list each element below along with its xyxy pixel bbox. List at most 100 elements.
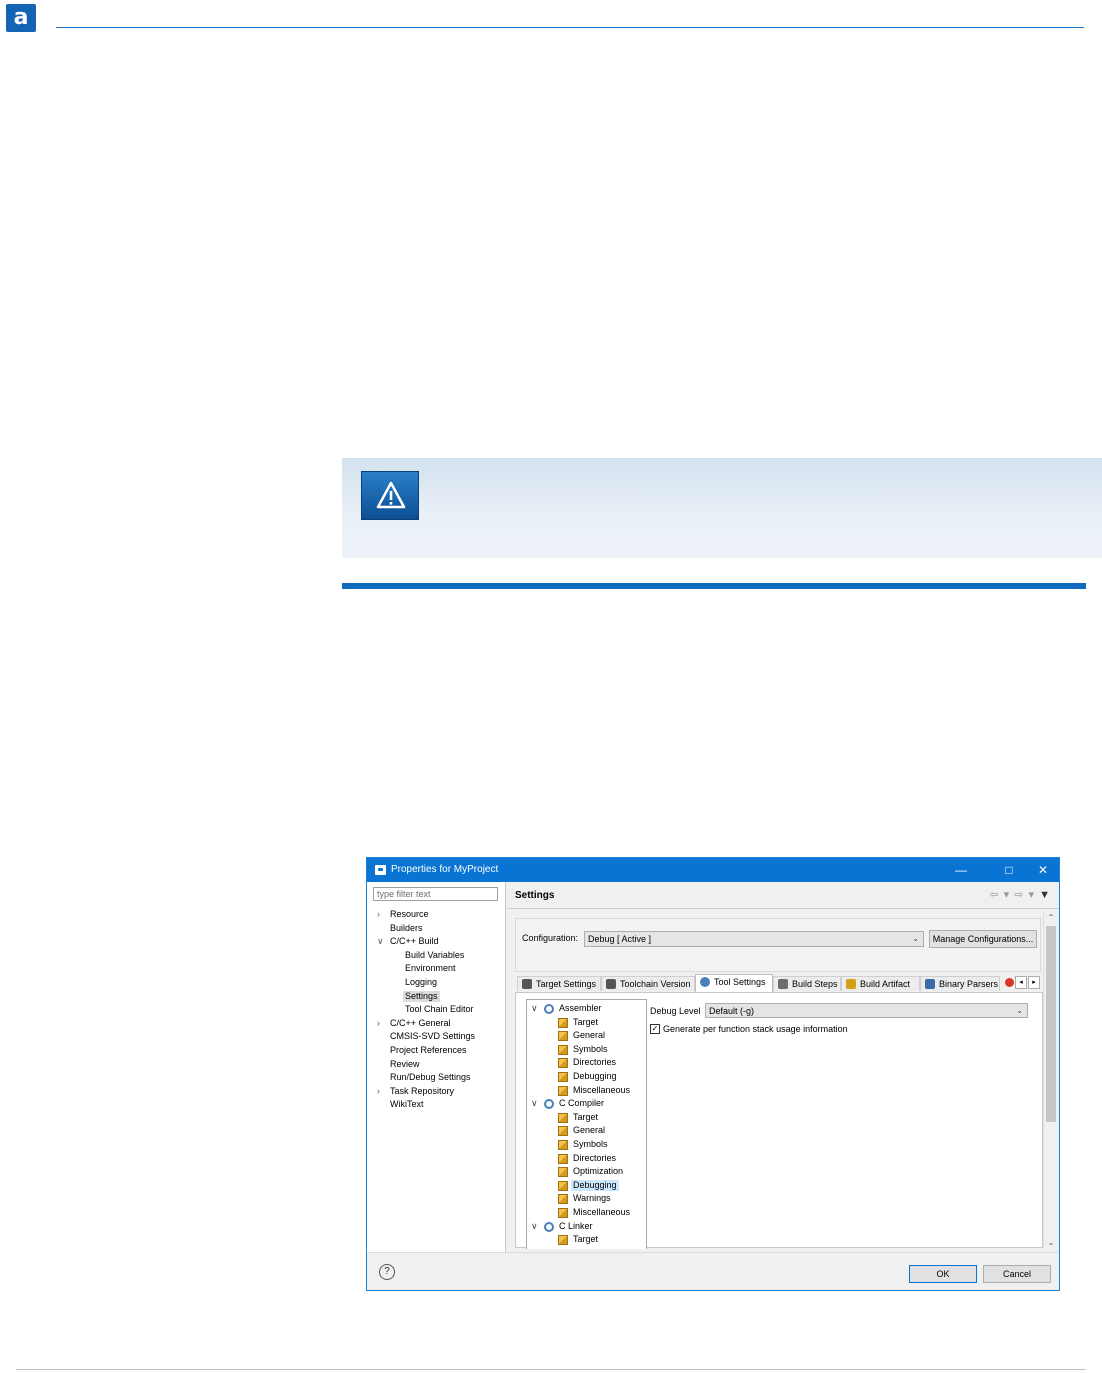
tree-option-item[interactable]: Target — [573, 1112, 598, 1123]
settings-panel: Settings ⇦ ▾ ⇨ ▾ ▼ Configuration: Debug … — [507, 882, 1059, 1252]
nav-item[interactable]: C/C++ Build — [390, 936, 439, 947]
tree-option-item[interactable]: Debugging — [573, 1071, 617, 1082]
nav-item[interactable]: Resource — [390, 909, 429, 920]
chevron-down-icon[interactable]: ∨ — [531, 1003, 538, 1014]
page-title: Settings — [515, 890, 555, 901]
chevron-down-icon[interactable]: ∨ — [531, 1098, 538, 1109]
tree-option-item[interactable]: Target — [573, 1234, 598, 1245]
dialog-title: Properties for MyProject — [391, 864, 499, 875]
cancel-button[interactable]: Cancel — [983, 1265, 1051, 1283]
configuration-group: Configuration: Debug [ Active ] ⌄ Manage … — [515, 918, 1041, 972]
tree-option-item[interactable]: Target — [573, 1017, 598, 1028]
tab-label: Build Steps — [792, 979, 838, 989]
tab-target-settings[interactable]: Target Settings — [517, 976, 601, 991]
filter-input[interactable]: type filter text — [373, 887, 498, 901]
title-separator — [507, 908, 1059, 909]
tree-option-item[interactable]: Directories — [573, 1153, 616, 1164]
header-rule — [56, 27, 1084, 28]
tree-tool-item[interactable]: C Compiler — [559, 1098, 604, 1109]
option-category-icon — [558, 1072, 568, 1082]
nav-item[interactable]: C/C++ General — [390, 1018, 451, 1029]
help-icon[interactable]: ? — [379, 1264, 395, 1280]
option-category-icon — [558, 1031, 568, 1042]
tree-option-item[interactable]: Miscellaneous — [573, 1085, 630, 1096]
close-icon[interactable]: ✕ — [1029, 861, 1057, 879]
tab-label: Target Settings — [536, 979, 597, 989]
ok-button[interactable]: OK — [909, 1265, 977, 1283]
nav-item[interactable]: Task Repository — [390, 1086, 454, 1097]
tree-option-item[interactable]: Symbols — [573, 1139, 608, 1150]
tree-option-item[interactable]: General — [573, 1125, 605, 1136]
chevron-down-icon[interactable]: ∨ — [377, 936, 384, 947]
toolchain-icon — [606, 979, 616, 989]
tab-build-steps[interactable]: Build Steps — [773, 976, 841, 991]
chevron-down-icon: ⌄ — [1016, 1006, 1023, 1015]
nav-item[interactable]: CMSIS-SVD Settings — [390, 1031, 475, 1042]
option-category-icon — [558, 1235, 568, 1246]
option-category-icon — [558, 1112, 568, 1123]
chevron-right-icon[interactable]: › — [377, 1018, 380, 1029]
configuration-select[interactable]: Debug [ Active ] ⌄ — [584, 931, 924, 947]
nav-item[interactable]: Tool Chain Editor — [405, 1004, 474, 1015]
chevron-right-icon[interactable]: › — [377, 909, 380, 920]
nav-item[interactable]: Logging — [405, 977, 437, 988]
option-category-icon — [558, 1153, 568, 1164]
maximize-icon[interactable]: □ — [995, 861, 1023, 879]
properties-dialog: Properties for MyProject — □ ✕ type filt… — [366, 857, 1060, 1291]
tab-label: Binary Parsers — [939, 979, 999, 989]
dialog-titlebar: Properties for MyProject — □ ✕ — [367, 858, 1059, 882]
tab-toolchain-version[interactable]: Toolchain Version — [601, 976, 695, 991]
chevron-down-icon: ⌄ — [912, 934, 919, 943]
property-nav: type filter text › Resource Builders ∨ C/C++… — [367, 882, 506, 1252]
tree-option-item[interactable]: Miscellaneous — [573, 1207, 630, 1218]
wrench-icon — [778, 979, 788, 989]
section-divider — [342, 583, 1086, 589]
tree-option-item[interactable]: Directories — [573, 1057, 616, 1068]
target-icon — [522, 979, 532, 989]
tree-option-item[interactable]: Optimization — [573, 1166, 623, 1177]
tab-tool-settings[interactable]: Tool Settings — [695, 974, 773, 992]
manage-configurations-button[interactable]: Manage Configurations... — [929, 930, 1037, 948]
debug-level-select[interactable]: Default (-g) ⌄ — [705, 1003, 1028, 1018]
nav-item[interactable]: Project References — [390, 1045, 467, 1056]
tree-option-item[interactable]: Warnings — [573, 1193, 611, 1204]
chevron-right-icon[interactable]: › — [377, 1086, 380, 1097]
tab-binary-parsers[interactable]: Binary Parsers — [920, 976, 1000, 991]
nav-item[interactable]: Review — [390, 1059, 420, 1070]
tree-option-item[interactable]: Debugging — [571, 1179, 619, 1191]
nav-item[interactable]: Build Variables — [405, 950, 464, 961]
tab-build-artifact[interactable]: Build Artifact — [841, 976, 920, 991]
warning-icon — [361, 471, 419, 520]
tab-scroll-left-icon[interactable]: ◂ — [1015, 976, 1027, 989]
gear-icon — [700, 977, 710, 987]
history-nav-icons[interactable]: ⇦ ▾ ⇨ ▾ ▼ — [989, 888, 1051, 901]
nav-item[interactable]: Builders — [390, 923, 423, 934]
option-category-icon — [558, 1017, 568, 1028]
stack-usage-checkbox[interactable]: ✓ — [650, 1024, 660, 1034]
scrollbar-thumb[interactable] — [1046, 926, 1056, 1122]
nav-item[interactable]: WikiText — [390, 1099, 424, 1110]
brand-logo: a — [6, 4, 36, 32]
scroll-up-icon[interactable]: ⌃ — [1044, 913, 1058, 922]
minimize-icon[interactable]: — — [947, 861, 975, 879]
nav-item[interactable]: Environment — [405, 963, 456, 974]
settings-tabs: Target Settings Toolchain Version Tool Set… — [515, 974, 1043, 992]
tree-option-item[interactable]: Symbols — [573, 1044, 608, 1055]
tab-label: Tool Settings — [714, 977, 766, 987]
scroll-down-icon[interactable]: ⌄ — [1044, 1238, 1058, 1247]
nav-item[interactable]: Run/Debug Settings — [390, 1072, 471, 1083]
footer-rule — [16, 1369, 1086, 1370]
option-category-icon — [558, 1180, 568, 1191]
tree-option-item[interactable]: General — [573, 1030, 605, 1041]
chevron-down-icon[interactable]: ∨ — [531, 1221, 538, 1232]
tree-tool-item[interactable]: C Linker — [559, 1221, 593, 1232]
stack-usage-label: Generate per function stack usage inform… — [663, 1024, 848, 1034]
vertical-scrollbar[interactable]: ⌃ ⌄ — [1043, 912, 1057, 1248]
option-category-icon — [558, 1058, 568, 1069]
tab-label: Build Artifact — [860, 979, 911, 989]
nav-item[interactable]: Settings — [403, 990, 440, 1002]
manual-page: a Properties for MyProject — □ ✕ type fi… — [0, 0, 1102, 1373]
tree-tool-item[interactable]: Assembler — [559, 1003, 602, 1014]
tab-scroll-right-icon[interactable]: ▸ — [1028, 976, 1040, 989]
gear-icon — [544, 1004, 554, 1014]
